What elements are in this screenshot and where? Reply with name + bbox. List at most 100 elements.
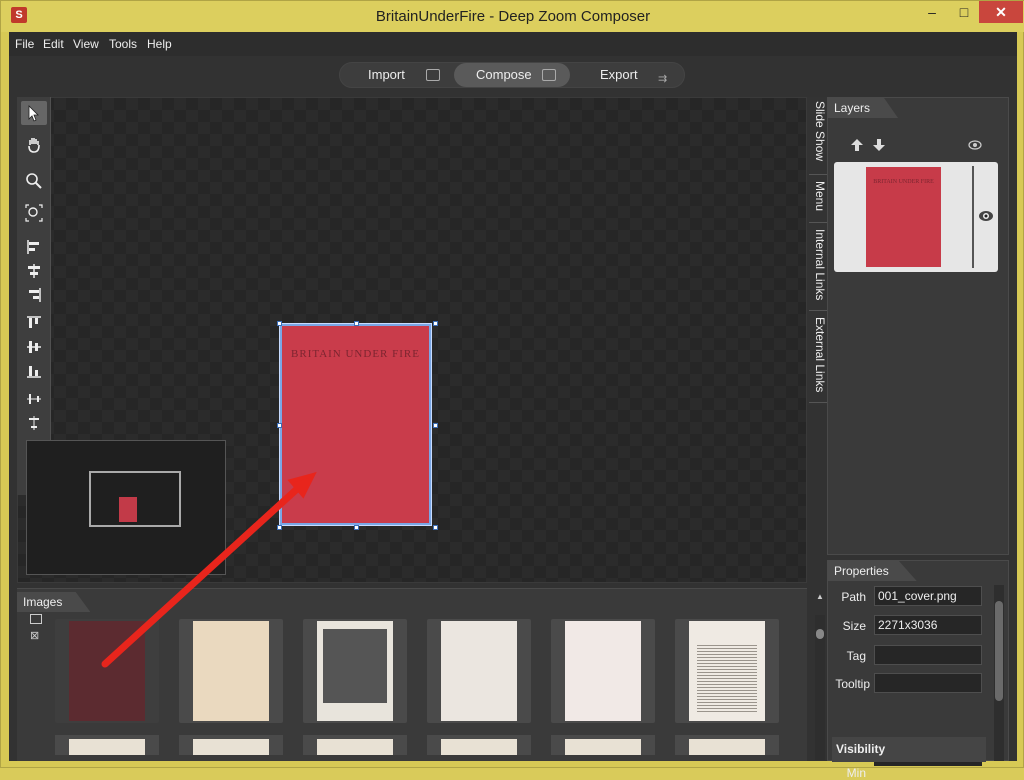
images-scrollbar[interactable]	[815, 615, 825, 760]
resize-handle-s[interactable]	[354, 525, 359, 530]
thumb-page-10	[441, 739, 517, 755]
resize-handle-sw[interactable]	[277, 525, 282, 530]
minimize-button[interactable]: –	[915, 1, 949, 23]
image-thumb-8[interactable]	[179, 735, 283, 755]
images-scroll-thumb[interactable]	[816, 629, 824, 639]
align-middle-icon[interactable]	[21, 335, 47, 359]
side-tabs: Slide Show Menu Internal Links External …	[807, 97, 829, 405]
size-label: Size	[842, 619, 866, 633]
navigator-viewport[interactable]	[89, 471, 181, 527]
export-icon: ⇉	[658, 73, 668, 85]
close-button[interactable]: ✕	[979, 1, 1023, 23]
resize-handle-ne[interactable]	[433, 321, 438, 326]
size-field[interactable]: 2271x3036	[874, 615, 982, 635]
compose-mode-button[interactable]: Compose	[454, 63, 570, 87]
resize-handle-nw[interactable]	[277, 321, 282, 326]
export-label: Export	[600, 67, 638, 82]
thumb-page-6	[689, 621, 765, 721]
tab-slide-show[interactable]: Slide Show	[809, 97, 827, 175]
tab-internal-links[interactable]: Internal Links	[809, 225, 827, 311]
image-thumb-12[interactable]	[675, 735, 779, 755]
resize-handle-n[interactable]	[354, 321, 359, 326]
export-mode-button[interactable]: Export ⇉	[570, 63, 684, 87]
image-thumb-9[interactable]	[303, 735, 407, 755]
layer-thumb-title: BRITAIN UNDER FIRE	[873, 179, 934, 185]
layer-item[interactable]: BRITAIN UNDER FIRE	[834, 162, 998, 272]
tool-strip	[17, 97, 51, 495]
image-thumb-7[interactable]	[55, 735, 159, 755]
image-thumb-10[interactable]	[427, 735, 531, 755]
zoom-fit-icon[interactable]	[21, 201, 47, 225]
properties-scroll-thumb[interactable]	[995, 601, 1003, 701]
cover-image[interactable]: BRITAIN UNDER FIRE	[277, 321, 438, 530]
image-thumb-5[interactable]	[551, 619, 655, 723]
pan-tool-icon[interactable]	[21, 133, 47, 157]
thumb-page-5	[565, 621, 641, 721]
align-center-icon[interactable]	[21, 259, 47, 283]
align-bottom-icon[interactable]	[21, 359, 47, 383]
import-mode-button[interactable]: Import	[340, 63, 454, 87]
properties-panel: Properties Path 001_cover.png Size 2271x…	[827, 560, 1009, 780]
images-panel: Images ⊠ ▲	[17, 588, 825, 761]
layers-panel: Layers BRITAIN UNDER FIRE	[827, 97, 1009, 555]
image-thumb-6[interactable]	[675, 619, 779, 723]
thumb-photo	[323, 629, 387, 703]
move-down-icon[interactable]	[872, 138, 886, 152]
navigator-minimap[interactable]	[26, 440, 226, 575]
window-title: BritainUnderFire - Deep Zoom Composer	[375, 8, 651, 25]
move-up-icon[interactable]	[850, 138, 864, 152]
tab-menu[interactable]: Menu	[809, 177, 827, 223]
properties-tab[interactable]: Properties	[828, 561, 917, 581]
image-thumb-1[interactable]	[55, 619, 159, 723]
properties-scrollbar[interactable]	[994, 585, 1004, 761]
layers-tab[interactable]: Layers	[828, 98, 899, 118]
image-thumb-11[interactable]	[551, 735, 655, 755]
distribute-horizontal-icon[interactable]	[21, 387, 47, 411]
min-field[interactable]	[874, 762, 982, 766]
distribute-vertical-icon[interactable]	[21, 411, 47, 435]
tooltip-field[interactable]	[874, 673, 982, 693]
visibility-header: Visibility	[832, 737, 986, 762]
select-tool-icon[interactable]	[21, 101, 47, 125]
tooltip-label: Tooltip	[835, 677, 870, 691]
thumb-page-9	[317, 739, 393, 755]
zoom-tool-icon[interactable]	[21, 169, 47, 193]
thumb-page-cover	[69, 621, 145, 721]
menu-file[interactable]: File	[15, 37, 34, 51]
image-thumb-3[interactable]	[303, 619, 407, 723]
align-right-icon[interactable]	[21, 283, 47, 307]
title-bar: S BritainUnderFire - Deep Zoom Composer …	[1, 1, 1024, 32]
path-field[interactable]: 001_cover.png	[874, 586, 982, 606]
tag-field[interactable]	[874, 645, 982, 665]
menu-help[interactable]: Help	[147, 37, 172, 51]
menu-view[interactable]: View	[73, 37, 99, 51]
visibility-all-icon[interactable]	[968, 139, 982, 151]
menu-tools[interactable]: Tools	[109, 37, 137, 51]
add-image-icon[interactable]	[30, 614, 42, 624]
import-icon	[426, 69, 440, 81]
navigator-cover-thumb	[119, 497, 137, 522]
collapse-images-icon[interactable]: ▲	[816, 592, 824, 601]
align-top-icon[interactable]	[21, 311, 47, 335]
app-area: File Edit View Tools Help Import Compose…	[9, 32, 1017, 780]
thumb-page-2	[193, 621, 269, 721]
maximize-button[interactable]: □	[949, 1, 979, 23]
resize-handle-w[interactable]	[277, 423, 282, 428]
menu-bar: File Edit View Tools Help	[9, 32, 1017, 56]
layer-thumbnail: BRITAIN UNDER FIRE	[866, 167, 941, 267]
resize-handle-se[interactable]	[433, 525, 438, 530]
import-label: Import	[368, 67, 405, 82]
thumb-page-11	[565, 739, 641, 755]
thumb-page-3	[317, 621, 393, 721]
path-label: Path	[841, 590, 866, 604]
align-left-icon[interactable]	[21, 235, 47, 259]
menu-edit[interactable]: Edit	[43, 37, 64, 51]
remove-image-icon[interactable]: ⊠	[30, 631, 42, 643]
image-thumb-4[interactable]	[427, 619, 531, 723]
resize-handle-e[interactable]	[433, 423, 438, 428]
layer-visibility-eye-icon[interactable]	[978, 208, 994, 224]
images-tab[interactable]: Images	[17, 592, 91, 612]
thumb-page-12	[689, 739, 765, 755]
tab-external-links[interactable]: External Links	[809, 313, 827, 403]
image-thumb-2[interactable]	[179, 619, 283, 723]
